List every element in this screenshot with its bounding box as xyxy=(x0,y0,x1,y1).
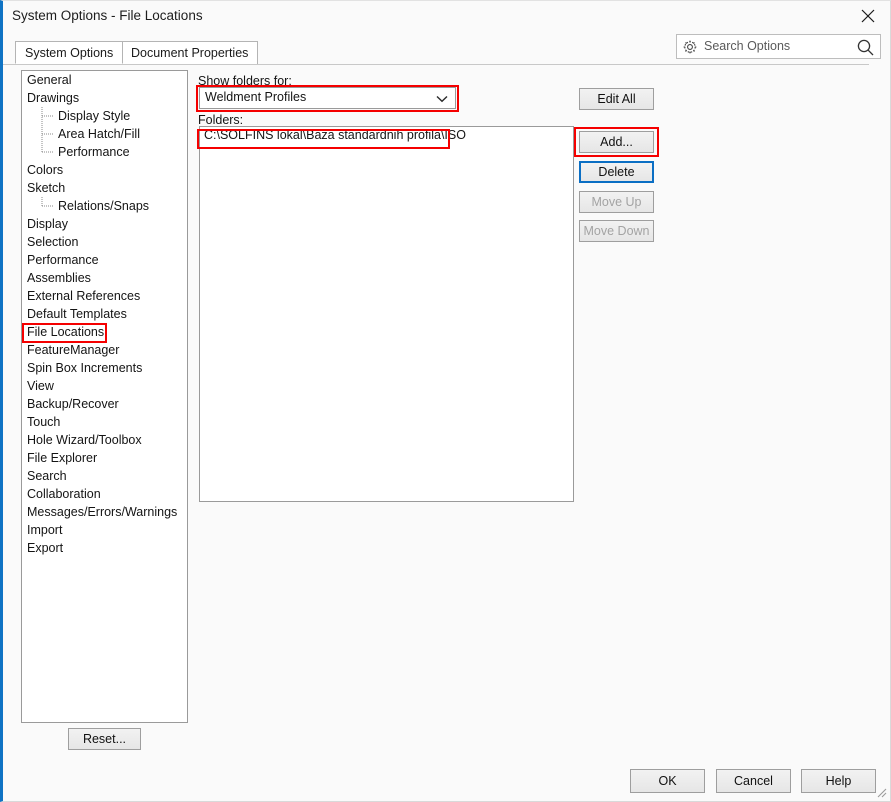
sidebar-item-external-references[interactable]: External References xyxy=(22,287,187,305)
sidebar-item-label: General xyxy=(27,73,72,87)
title-bar: System Options - File Locations xyxy=(3,1,890,35)
sidebar-item-label: Colors xyxy=(27,163,64,177)
close-button[interactable] xyxy=(846,1,890,31)
sidebar-item-relations-snaps[interactable]: Relations/Snaps xyxy=(22,197,187,215)
sidebar-item-label: Messages/Errors/Warnings xyxy=(27,505,178,519)
sidebar-item-label: Search xyxy=(27,469,67,483)
sidebar-item-spin-box-increments[interactable]: Spin Box Increments xyxy=(22,359,187,377)
edit-all-button[interactable]: Edit All xyxy=(579,88,654,110)
sidebar-item-area-hatch-fill[interactable]: Area Hatch/Fill xyxy=(22,125,187,143)
sidebar-item-colors[interactable]: Colors xyxy=(22,161,187,179)
sidebar-item-label: Area Hatch/Fill xyxy=(58,127,140,141)
chevron-down-icon xyxy=(436,95,448,103)
sidebar-item-label: FeatureManager xyxy=(27,343,120,357)
sidebar-item-drawings[interactable]: Drawings xyxy=(22,89,187,107)
sidebar-item-label: Collaboration xyxy=(27,487,101,501)
sidebar-item-selection[interactable]: Selection xyxy=(22,233,187,251)
options-category-tree[interactable]: General Drawings Display Style Area Hatch/F… xyxy=(21,70,188,723)
add-button[interactable]: Add... xyxy=(579,131,654,153)
sidebar-item-touch[interactable]: Touch xyxy=(22,413,187,431)
move-down-button[interactable]: Move Down xyxy=(579,220,654,242)
sidebar-item-backup-recover[interactable]: Backup/Recover xyxy=(22,395,187,413)
folder-list-item[interactable]: C:\SOLFINS lokal\Baza standardnih profil… xyxy=(200,127,573,144)
delete-button[interactable]: Delete xyxy=(579,161,654,183)
sidebar-item-label: Display xyxy=(27,217,68,231)
sidebar-item-label: Display Style xyxy=(58,109,131,123)
window-title: System Options - File Locations xyxy=(12,8,203,23)
sidebar-item-label: Backup/Recover xyxy=(27,397,119,411)
search-icon[interactable] xyxy=(856,38,875,57)
sidebar-item-messages-errors-warnings[interactable]: Messages/Errors/Warnings xyxy=(22,503,187,521)
tree-connector-icon xyxy=(41,107,53,125)
sidebar-item-label: Spin Box Increments xyxy=(27,361,143,375)
help-button[interactable]: Help xyxy=(801,769,876,793)
sidebar-item-label: File Locations xyxy=(27,325,105,339)
sidebar-item-import[interactable]: Import xyxy=(22,521,187,539)
sidebar-item-label: Touch xyxy=(27,415,61,429)
folders-list[interactable]: C:\SOLFINS lokal\Baza standardnih profil… xyxy=(199,126,574,502)
tree-connector-icon xyxy=(41,197,53,207)
sidebar-item-view[interactable]: View xyxy=(22,377,187,395)
sidebar-item-label: Drawings xyxy=(27,91,80,105)
sidebar-item-label: File Explorer xyxy=(27,451,98,465)
search-options-box[interactable]: Search Options xyxy=(676,34,881,59)
sidebar-item-display-style[interactable]: Display Style xyxy=(22,107,187,125)
sidebar-item-collaboration[interactable]: Collaboration xyxy=(22,485,187,503)
tree-connector-icon xyxy=(41,125,53,143)
folders-label: Folders: xyxy=(198,113,244,127)
show-folders-for-value: Weldment Profiles xyxy=(205,90,307,104)
tree-connector-icon xyxy=(41,143,53,153)
move-up-button[interactable]: Move Up xyxy=(579,191,654,213)
search-input[interactable]: Search Options xyxy=(704,39,790,53)
sidebar-item-label: View xyxy=(27,379,54,393)
sidebar-item-performance[interactable]: Performance xyxy=(22,251,187,269)
sidebar-item-featuremanager[interactable]: FeatureManager xyxy=(22,341,187,359)
ok-button[interactable]: OK xyxy=(630,769,705,793)
sidebar-item-file-explorer[interactable]: File Explorer xyxy=(22,449,187,467)
sidebar-item-file-locations[interactable]: File Locations xyxy=(22,323,187,341)
reset-button[interactable]: Reset... xyxy=(68,728,141,750)
sidebar-item-label: Selection xyxy=(27,235,79,249)
sidebar-item-label: Sketch xyxy=(27,181,66,195)
sidebar-item-hole-wizard-toolbox[interactable]: Hole Wizard/Toolbox xyxy=(22,431,187,449)
sidebar-item-label: Import xyxy=(27,523,63,537)
sidebar-item-export[interactable]: Export xyxy=(22,539,187,557)
sidebar-item-assemblies[interactable]: Assemblies xyxy=(22,269,187,287)
tab-document-properties[interactable]: Document Properties xyxy=(121,41,259,64)
sidebar-item-label: Performance xyxy=(58,145,130,159)
sidebar-item-general[interactable]: General xyxy=(22,71,187,89)
sidebar-item-sketch[interactable]: Sketch xyxy=(22,179,187,197)
show-folders-for-select[interactable]: Weldment Profiles xyxy=(199,87,456,109)
sidebar-item-label: External References xyxy=(27,289,141,303)
sidebar-item-label: Default Templates xyxy=(27,307,127,321)
sidebar-item-label: Export xyxy=(27,541,64,555)
show-folders-for-label: Show folders for: xyxy=(198,74,292,88)
sidebar-item-display[interactable]: Display xyxy=(22,215,187,233)
sidebar-item-label: Assemblies xyxy=(27,271,91,285)
sidebar-item-label: Performance xyxy=(27,253,99,267)
close-icon xyxy=(861,9,875,23)
cancel-button[interactable]: Cancel xyxy=(716,769,791,793)
system-options-dialog: System Options - File Locations Search O… xyxy=(0,0,891,802)
gear-icon xyxy=(683,40,697,54)
sidebar-item-search[interactable]: Search xyxy=(22,467,187,485)
tab-system-options[interactable]: System Options xyxy=(15,41,124,64)
sidebar-item-label: Hole Wizard/Toolbox xyxy=(27,433,142,447)
sidebar-item-label: Relations/Snaps xyxy=(58,199,150,213)
sidebar-item-default-templates[interactable]: Default Templates xyxy=(22,305,187,323)
sidebar-item-performance[interactable]: Performance xyxy=(22,143,187,161)
